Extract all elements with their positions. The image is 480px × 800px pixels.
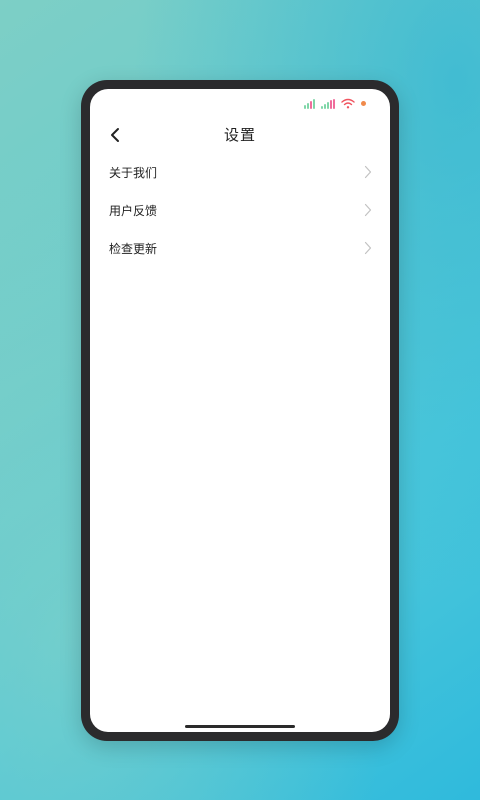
phone-screen: 设置 关于我们 用户反馈 检查更新: [90, 89, 390, 732]
menu-item-label: 检查更新: [109, 241, 158, 256]
menu-item-user-feedback[interactable]: 用户反馈: [90, 191, 390, 229]
chevron-right-icon: [364, 241, 372, 255]
settings-menu: 关于我们 用户反馈 检查更新: [90, 153, 390, 267]
phone-frame: 设置 关于我们 用户反馈 检查更新: [81, 80, 399, 741]
menu-item-check-update[interactable]: 检查更新: [90, 229, 390, 267]
menu-item-label: 关于我们: [109, 165, 158, 180]
status-icons: [304, 97, 366, 109]
home-indicator[interactable]: [185, 725, 295, 728]
page-title: 设置: [223, 126, 256, 144]
menu-item-label: 用户反馈: [109, 203, 158, 218]
chevron-right-icon: [364, 165, 372, 179]
signal-icon: [304, 99, 315, 109]
status-bar: [90, 89, 390, 115]
chevron-right-icon: [364, 203, 372, 217]
wifi-icon: [341, 98, 355, 109]
battery-icon: [361, 101, 366, 106]
menu-item-about-us[interactable]: 关于我们: [90, 153, 390, 191]
navigation-bar: 设置: [90, 115, 390, 155]
signal-icon: [321, 99, 335, 109]
